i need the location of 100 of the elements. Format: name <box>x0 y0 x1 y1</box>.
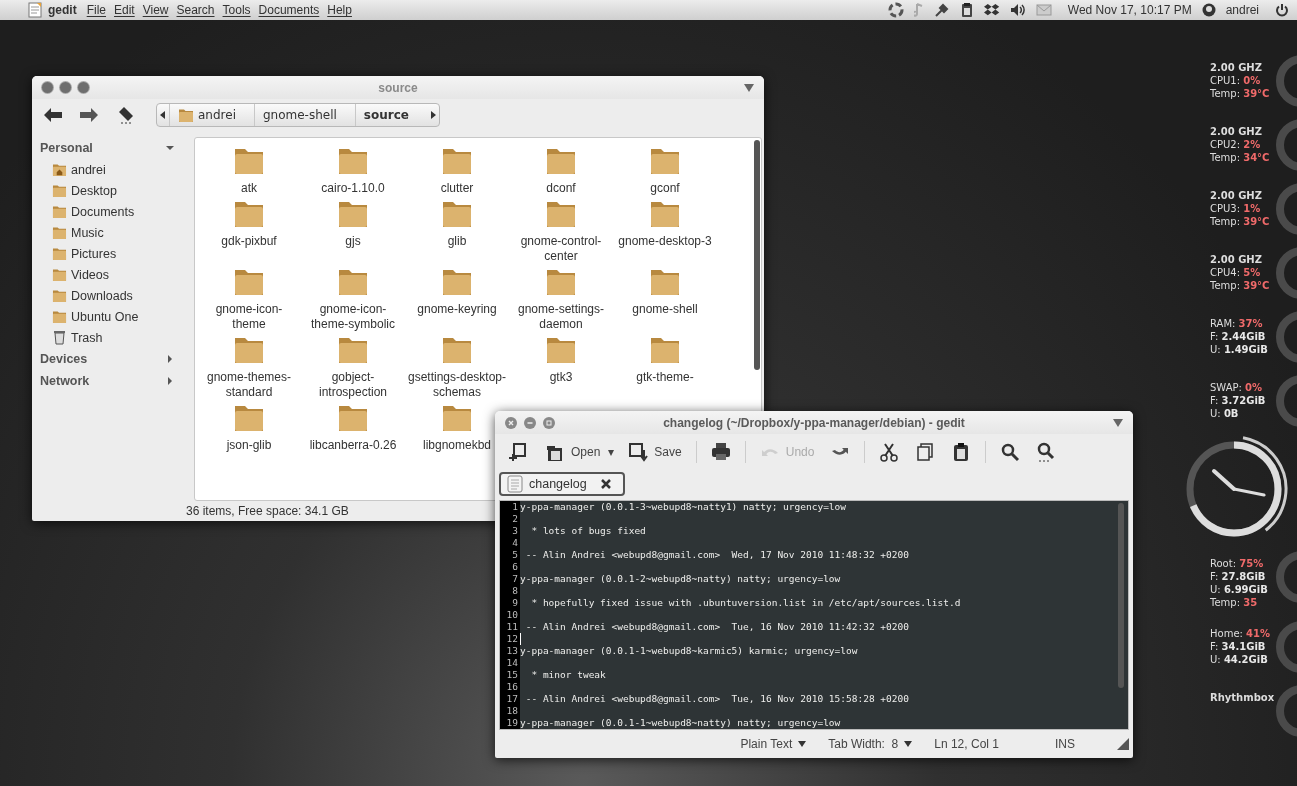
minimize-button[interactable] <box>524 416 536 429</box>
folder-icon[interactable] <box>649 335 681 365</box>
folder-name[interactable]: gnome-settings-daemon <box>511 302 611 332</box>
folder-icon[interactable] <box>337 199 369 229</box>
maximize-button[interactable] <box>543 416 555 429</box>
menu-item[interactable]: File <box>86 3 106 17</box>
sidebar-item[interactable]: Downloads <box>40 285 190 306</box>
folder-icon[interactable] <box>233 267 265 297</box>
scrollbar[interactable] <box>754 140 760 370</box>
folder-icon[interactable] <box>441 267 473 297</box>
folder-icon[interactable] <box>545 146 577 176</box>
power-icon[interactable] <box>1275 3 1289 17</box>
sidebar-item[interactable]: Videos <box>40 264 190 285</box>
folder-name[interactable]: gjs <box>345 234 361 249</box>
path-button[interactable]: gnome-shell <box>253 104 355 126</box>
folder-icon[interactable] <box>441 335 473 365</box>
folder-name[interactable]: gconf <box>650 181 680 196</box>
folder-icon[interactable] <box>233 146 265 176</box>
folder-name[interactable]: json-glib <box>226 438 272 453</box>
window-menu-icon[interactable] <box>744 83 754 92</box>
sidebar-item[interactable]: andrei <box>40 159 190 180</box>
folder-name[interactable]: glib <box>447 234 467 249</box>
path-button[interactable]: andrei <box>169 104 254 126</box>
folder-name[interactable]: gnome-icon-theme-symbolic <box>303 302 403 332</box>
close-button[interactable] <box>42 82 53 93</box>
user-name[interactable]: andrei <box>1225 3 1259 17</box>
folder-icon[interactable] <box>337 403 369 433</box>
minimize-button[interactable] <box>60 82 71 93</box>
folder-icon[interactable] <box>337 146 369 176</box>
folder-name[interactable]: gnome-keyring <box>417 302 497 317</box>
resize-grip-icon[interactable] <box>1117 738 1129 750</box>
folder-icon[interactable] <box>649 146 681 176</box>
menu-item[interactable]: View <box>142 3 169 17</box>
close-icon[interactable] <box>600 479 611 489</box>
sidebar-item[interactable]: Trash <box>40 327 190 348</box>
mail-icon[interactable] <box>1035 4 1052 16</box>
folder-name[interactable]: gsettings-desktop-schemas <box>407 370 507 400</box>
sidebar-item[interactable]: Documents <box>40 201 190 222</box>
plug-icon[interactable] <box>933 2 950 18</box>
note-icon[interactable] <box>913 2 924 18</box>
sidebar-item[interactable]: Desktop <box>40 180 190 201</box>
dropdown-button[interactable]: ▾ <box>604 445 619 459</box>
folder-name[interactable]: gnome-control-center <box>511 234 611 264</box>
back-icon[interactable] <box>44 108 62 122</box>
folder-name[interactable]: gnome-icon-theme <box>199 302 299 332</box>
folder-icon[interactable] <box>545 267 577 297</box>
sidebar-item[interactable]: Pictures <box>40 243 190 264</box>
menu-item[interactable]: Tools <box>222 3 251 17</box>
folder-name[interactable]: libgnomekbd <box>422 438 491 453</box>
forward-icon[interactable] <box>80 108 98 122</box>
folder-name[interactable]: gtk-theme- <box>636 370 694 385</box>
folder-name[interactable]: atk <box>241 181 257 196</box>
folder-icon[interactable] <box>337 335 369 365</box>
folder-icon[interactable] <box>441 146 473 176</box>
folder-name[interactable]: gnome-themes-standard <box>199 370 299 400</box>
folder-icon[interactable] <box>545 199 577 229</box>
folder-name[interactable]: gdk-pixbuf <box>221 234 277 249</box>
folder-name[interactable]: libcanberra-0.26 <box>309 438 397 453</box>
document-tab[interactable]: changelog <box>499 472 625 496</box>
folder-name[interactable]: gnome-desktop-3 <box>618 234 712 249</box>
folder-name[interactable]: cairo-1.10.0 <box>321 181 385 196</box>
volume-icon[interactable] <box>1009 2 1026 18</box>
folder-icon[interactable] <box>441 403 473 433</box>
folder-name[interactable]: clutter <box>440 181 474 196</box>
folder-icon[interactable] <box>649 267 681 297</box>
sidebar-section[interactable]: Devices <box>40 348 190 370</box>
folder-icon[interactable] <box>337 267 369 297</box>
user-icon[interactable] <box>1201 3 1216 17</box>
sidebar-section[interactable]: Personal <box>40 137 190 159</box>
folder-icon[interactable] <box>233 199 265 229</box>
menu-item[interactable]: Documents <box>258 3 320 17</box>
folder-icon[interactable] <box>233 335 265 365</box>
spiral-icon[interactable] <box>887 2 904 18</box>
save-button[interactable]: Save <box>622 440 688 464</box>
menu-item[interactable]: Search <box>176 3 215 17</box>
sidebar-section[interactable]: Network <box>40 370 190 392</box>
path-button[interactable]: source <box>354 104 427 126</box>
folder-icon[interactable] <box>233 403 265 433</box>
menu-item[interactable]: Help <box>327 3 352 17</box>
text-editor[interactable] <box>499 500 1129 730</box>
folder-name[interactable]: gobject-introspection <box>303 370 403 400</box>
language-selector[interactable]: Plain Text <box>740 737 807 751</box>
folder-name[interactable]: gtk3 <box>549 370 573 385</box>
tab-width-selector[interactable]: Tab Width: 8 <box>828 737 913 751</box>
sidebar-item[interactable]: Music <box>40 222 190 243</box>
box-icon[interactable] <box>983 2 1000 18</box>
menu-item[interactable]: Edit <box>114 3 135 17</box>
folder-name[interactable]: dconf <box>546 181 576 196</box>
window-menu-icon[interactable] <box>1113 418 1123 427</box>
folder-name[interactable]: gnome-shell <box>632 302 698 317</box>
folder-icon[interactable] <box>649 199 681 229</box>
close-button[interactable] <box>505 416 517 429</box>
clipboard-icon[interactable] <box>959 2 974 18</box>
folder-icon[interactable] <box>441 199 473 229</box>
clock[interactable]: Wed Nov 17, 10:17 PM <box>1067 3 1192 17</box>
folder-icon[interactable] <box>545 335 577 365</box>
sidebar-item[interactable]: Ubuntu One <box>40 306 190 327</box>
folder-button[interactable]: Open <box>539 440 607 464</box>
scrollbar[interactable] <box>1118 503 1124 688</box>
maximize-button[interactable] <box>78 82 89 93</box>
